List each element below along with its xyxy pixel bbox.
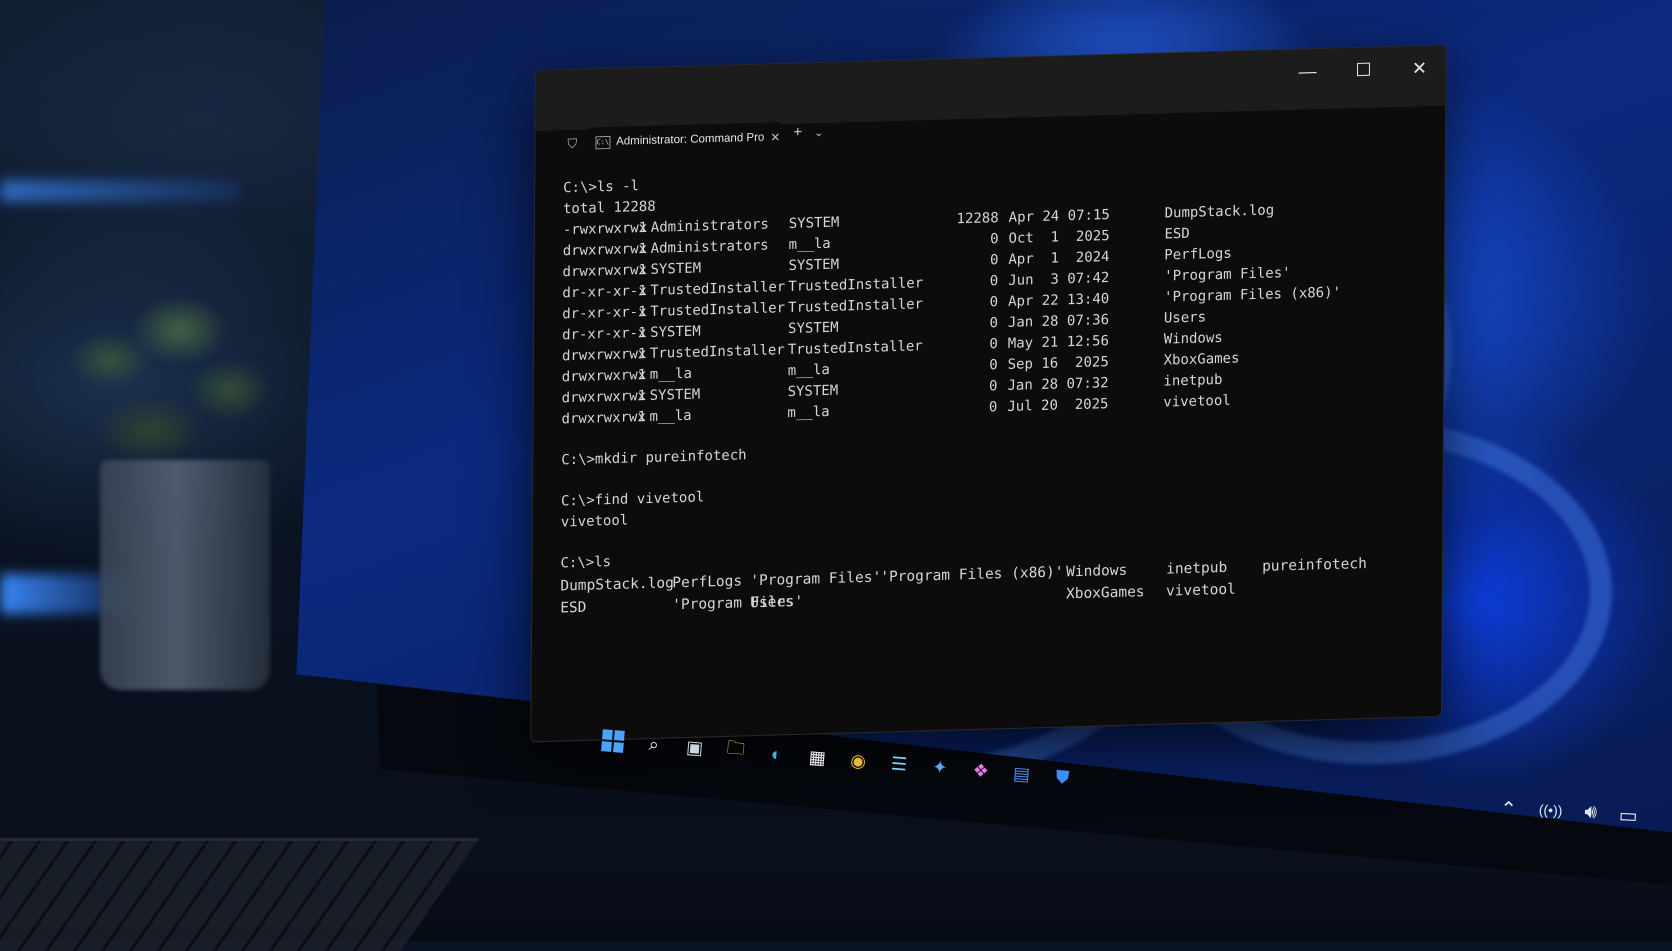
ls-entry: inetpub [1166, 559, 1228, 578]
listing-n: 1 [638, 282, 647, 300]
listing-perm: drwxrwxrwx [562, 240, 648, 260]
tab-dropdown-button[interactable]: ⌄ [814, 123, 823, 140]
ls-entry: DumpStack.log [560, 575, 674, 595]
ls-entry: 'Program Files' [750, 569, 882, 590]
listing-size: 0 [990, 231, 999, 248]
listing-size: 0 [989, 273, 999, 290]
listing-size: 0 [989, 252, 999, 269]
maximize-button[interactable]: ☐ [1353, 60, 1373, 82]
listing-n: 1 [638, 240, 648, 258]
listing-perm: drwxrwxrwx [561, 388, 647, 407]
listing-size: 0 [989, 315, 999, 332]
plant-pot [100, 460, 270, 690]
listing-name: ESD [1164, 225, 1190, 243]
listing-n: 1 [637, 345, 647, 363]
listing-size: 0 [989, 357, 998, 374]
listing-size: 0 [988, 399, 998, 416]
plant-decoration [30, 240, 290, 490]
speaker-icon[interactable]: 🔊︎ [1584, 801, 1598, 827]
file-explorer-icon[interactable]: 🗀 [722, 737, 750, 765]
listing-perm: dr-xr-xr-x [562, 324, 647, 344]
listing-size: 0 [989, 336, 998, 353]
ls-entry [880, 584, 1066, 609]
ls-entry: Windows [1066, 562, 1128, 581]
edge-icon[interactable]: ◐ [762, 740, 790, 768]
close-button[interactable]: ✕ [1409, 58, 1429, 80]
listing-perm: drwxrwxrwx [562, 261, 647, 281]
task-view-icon[interactable]: ▣ [681, 734, 709, 762]
visual-studio-code-icon[interactable]: ✦ [926, 753, 954, 781]
neon-light-strip [0, 180, 240, 202]
terminal-output[interactable]: C:\>ls -l total 12288 -rwxrwxrwx 1 Adminis… [559, 154, 1424, 720]
listing-n: 1 [637, 388, 647, 405]
listing-perm: drwxrwxrwx [561, 409, 646, 428]
tab-actions: + ⌄ [793, 123, 823, 141]
ls-entry: PerfLogs [672, 573, 743, 592]
listing-n: 1 [637, 367, 647, 384]
listing-perm: drwxrwxrwx [561, 367, 647, 386]
listing-name: inetpub [1163, 371, 1223, 390]
keyboard [0, 838, 480, 951]
listing-owner: m__la [649, 407, 692, 425]
listing-date: Jul 20 2025 [1007, 396, 1109, 415]
listing-n: 1 [638, 324, 647, 342]
listing-perm: -rwxrwxrwx [562, 219, 648, 239]
wifi-icon[interactable]: ((•)) [1538, 798, 1563, 824]
listing-name: vivetool [1163, 392, 1231, 411]
listing-perm: dr-xr-xr-x [562, 282, 647, 302]
minimize-button[interactable]: — [1297, 61, 1317, 83]
search-icon[interactable]: ⌕ [640, 730, 668, 758]
ls-entry: 'Program Files' [672, 593, 804, 614]
battery-icon[interactable]: ▭ [1618, 803, 1638, 829]
cmd-icon: C:\ [595, 135, 611, 149]
calculator-icon[interactable]: ▤ [1008, 760, 1036, 788]
chrome-icon[interactable]: ◉ [844, 747, 872, 775]
chevron-up-icon[interactable]: ⌃ [1500, 796, 1518, 822]
listing-name: XboxGames [1163, 350, 1240, 369]
listing-size: 0 [989, 294, 999, 311]
listing-name: Windows [1163, 329, 1223, 348]
store-icon[interactable]: ▦ [803, 743, 831, 771]
copilot-icon[interactable]: ❖ [967, 757, 995, 785]
listing-n: 1 [637, 409, 647, 426]
window-controls: — ☐ ✕ [1297, 58, 1429, 83]
listing-name: PerfLogs [1164, 245, 1232, 264]
notepad-icon[interactable]: ☰ [885, 750, 913, 778]
listing-perm: drwxrwxrwx [561, 345, 647, 365]
listing-n: 1 [638, 303, 647, 321]
defender-icon[interactable]: ⛊ [1049, 763, 1077, 791]
tab-close-icon[interactable]: ✕ [770, 130, 780, 144]
listing-size: 0 [989, 378, 998, 395]
listing-name: Users [1163, 309, 1207, 327]
listing-perm: dr-xr-xr-x [562, 303, 647, 323]
listing-n: 1 [638, 219, 648, 237]
ls-entry: Users [750, 593, 794, 612]
shield-icon: ⛉ [567, 135, 578, 152]
tab-administrator-command-prompt[interactable]: C:\ Administrator: Command Pro ✕ [587, 122, 783, 158]
listing-name: DumpStack.log [1164, 202, 1275, 222]
new-tab-button[interactable]: + [793, 124, 802, 141]
ls-entry: ESD [560, 599, 587, 617]
ls-entry: 'Program Files (x86)' [880, 564, 1064, 586]
ls-entry: vivetool [1165, 581, 1236, 600]
ls-entry [1262, 575, 1392, 599]
terminal-window[interactable]: ⛉ C:\ Administrator: Command Pro ✕ + ⌄ —… [530, 44, 1447, 743]
listing-group: m__la [787, 403, 830, 422]
listing-size: 12288 [956, 210, 999, 228]
ls-entry: XboxGames [1065, 584, 1145, 603]
listing-n: 1 [638, 261, 648, 279]
tab-title: Administrator: Command Pro [616, 131, 765, 148]
start-icon[interactable] [599, 727, 627, 755]
ls-entry: pureinfotech [1262, 555, 1367, 575]
ls-long-listing: -rwxrwxrwx 1 Administrators SYSTEM 12288 Apr … [561, 196, 1424, 430]
